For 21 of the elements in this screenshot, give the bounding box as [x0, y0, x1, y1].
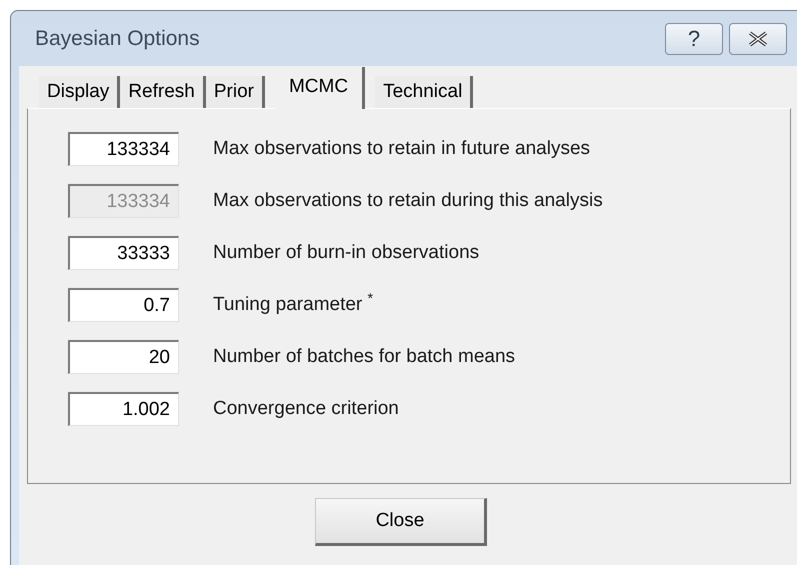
- field-label: Max observations to retain in future analyses: [213, 136, 590, 161]
- window-title: Bayesian Options: [35, 26, 201, 52]
- number-field[interactable]: 20: [68, 340, 179, 374]
- tab[interactable]: MCMC: [274, 67, 366, 109]
- field-label: Max observations to retain during this analysis: [213, 188, 603, 213]
- help-button[interactable]: ?: [665, 22, 723, 54]
- tab[interactable]: Refresh: [120, 76, 206, 108]
- close-icon: [747, 30, 769, 46]
- close-button[interactable]: [729, 22, 787, 54]
- number-field[interactable]: 0.7: [68, 288, 179, 322]
- tab[interactable]: Prior: [206, 76, 265, 108]
- tab[interactable]: Display: [39, 76, 120, 108]
- field-label: Tuning parameter $^{*}$: [213, 290, 374, 317]
- number-field[interactable]: 133334: [68, 132, 179, 166]
- field-label: Number of burn-in observations: [213, 240, 480, 265]
- tab[interactable]: Technical: [375, 76, 474, 108]
- close-dialog-button[interactable]: Close: [315, 498, 487, 546]
- field-label: Convergence criterion: [213, 396, 399, 421]
- number-field[interactable]: 33333: [68, 236, 179, 270]
- field-label: Number of batches for batch means: [213, 344, 516, 369]
- number-field[interactable]: 1.002: [68, 392, 179, 426]
